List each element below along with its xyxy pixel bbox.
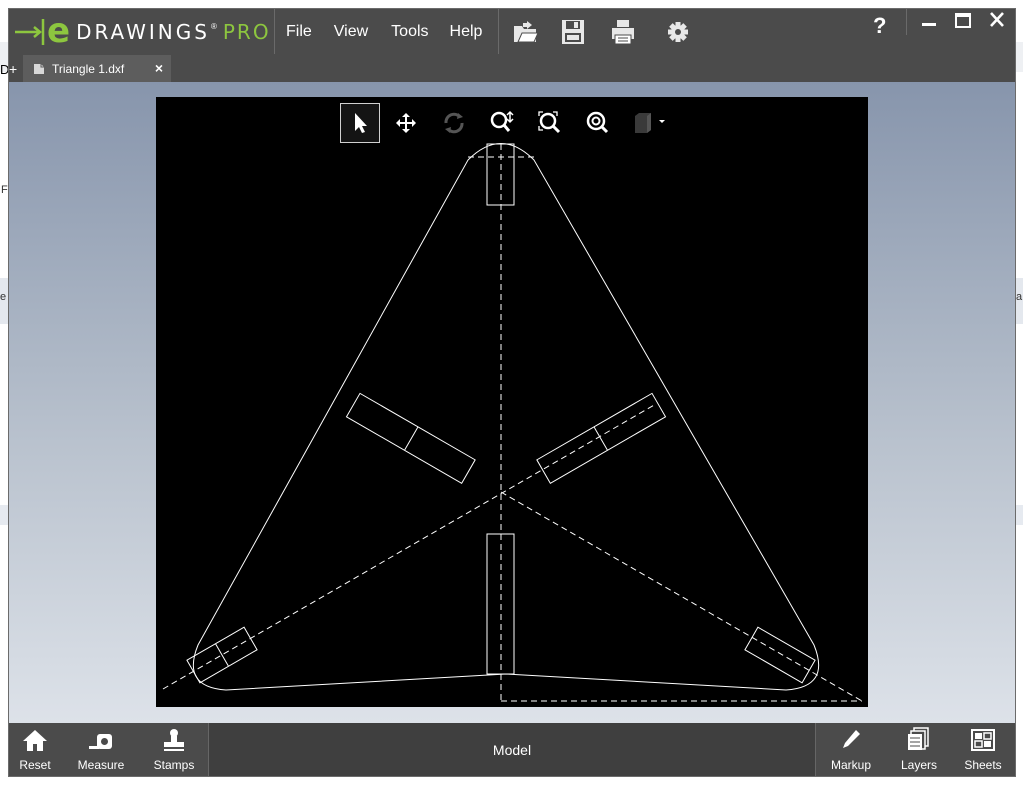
- open-icon[interactable]: [511, 18, 539, 46]
- tab-close-icon[interactable]: ×: [155, 60, 163, 76]
- app-logo: e DRAWINGS ® PRO: [9, 9, 274, 54]
- menu-help[interactable]: Help: [440, 23, 493, 41]
- tab-label: Triangle 1.dxf: [52, 61, 125, 76]
- select-icon[interactable]: [340, 103, 380, 143]
- title-bar: e DRAWINGS ® PRO File View Tools Help ?: [9, 9, 1015, 54]
- separator: [906, 9, 907, 35]
- markup-button[interactable]: Markup: [827, 723, 875, 776]
- menu-file[interactable]: File: [276, 23, 322, 41]
- tab-bar: + Triangle 1.dxf ×: [9, 54, 1015, 82]
- sheets-label: Sheets: [964, 758, 1002, 772]
- sheets-icon: [971, 729, 995, 751]
- registered-mark: ®: [210, 22, 217, 31]
- app-brand: DRAWINGS: [76, 19, 210, 44]
- stamps-button[interactable]: Stamps: [150, 723, 198, 776]
- minimize-button[interactable]: [913, 9, 945, 33]
- menu-view[interactable]: View: [322, 23, 380, 41]
- zoom-to-fit-icon[interactable]: [530, 103, 570, 143]
- view-orientation-icon[interactable]: [628, 103, 668, 143]
- measure-label: Measure: [77, 758, 125, 772]
- document-icon: [34, 63, 44, 74]
- zoom-icon[interactable]: [482, 103, 522, 143]
- help-button[interactable]: ?: [873, 13, 886, 39]
- home-icon: [23, 730, 47, 751]
- app-edition: PRO: [222, 19, 271, 44]
- layers-button[interactable]: Layers: [897, 723, 941, 776]
- dxf-drawing: [162, 143, 863, 702]
- zoom-to-area-icon[interactable]: [578, 103, 618, 143]
- maximize-button[interactable]: [947, 9, 979, 33]
- bottom-toolbar: Reset Measure Stamps Model Markup Layers…: [9, 723, 1015, 776]
- settings-icon[interactable]: [664, 18, 692, 46]
- print-icon[interactable]: [609, 18, 637, 46]
- tab-triangle[interactable]: Triangle 1.dxf ×: [23, 55, 171, 82]
- close-button[interactable]: [981, 9, 1013, 33]
- background-text-a: a: [1016, 291, 1023, 303]
- reset-button[interactable]: Reset: [13, 723, 57, 776]
- menu-bar: File View Tools Help: [276, 9, 492, 54]
- graphics-viewport[interactable]: [9, 82, 1015, 723]
- save-icon[interactable]: [559, 18, 587, 46]
- logo-arrow-icon: [9, 9, 51, 54]
- layers-label: Layers: [900, 758, 938, 772]
- pan-icon[interactable]: [386, 103, 426, 143]
- tape-measure-icon: [89, 734, 112, 749]
- separator: [498, 9, 499, 54]
- measure-button[interactable]: Measure: [73, 723, 129, 776]
- menu-tools[interactable]: Tools: [380, 23, 439, 41]
- stamp-icon: [164, 729, 184, 751]
- separator: [274, 9, 275, 54]
- reset-label: Reset: [19, 758, 51, 772]
- model-tab[interactable]: Model: [208, 723, 816, 776]
- edrawings-window: e DRAWINGS ® PRO File View Tools Help ? …: [9, 9, 1015, 776]
- background-text-e: e: [0, 291, 7, 303]
- markup-label: Markup: [830, 758, 871, 772]
- drawing-canvas[interactable]: [156, 97, 868, 707]
- rotate-icon[interactable]: [434, 103, 474, 143]
- model-label: Model: [492, 741, 532, 758]
- background-text-f: F: [1, 184, 8, 196]
- background-text-d: D: [0, 62, 10, 77]
- new-tab-icon[interactable]: +: [9, 62, 21, 76]
- pencil-icon: [843, 730, 860, 748]
- layers-icon: [908, 727, 929, 750]
- stamps-label: Stamps: [153, 758, 195, 772]
- sheets-button[interactable]: Sheets: [961, 723, 1005, 776]
